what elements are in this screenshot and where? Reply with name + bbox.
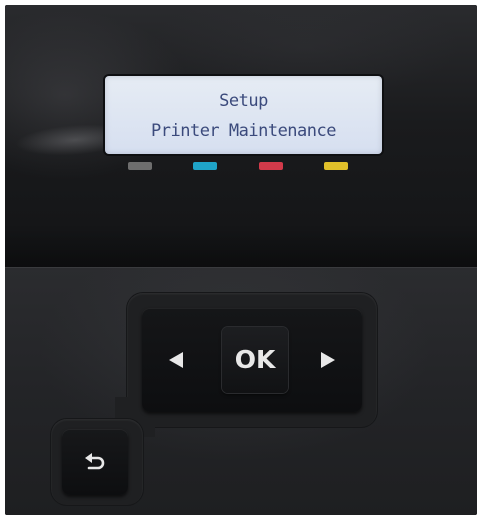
- cyan-ink-indicator: [193, 162, 217, 170]
- magenta-ink-indicator: [259, 162, 283, 170]
- lcd-screen: Setup Printer Maintenance: [105, 76, 382, 154]
- black-ink-indicator: [128, 162, 152, 170]
- ok-button[interactable]: OK: [222, 327, 288, 393]
- display-panel: Setup Printer Maintenance: [5, 5, 477, 267]
- left-arrow-icon: [169, 352, 183, 368]
- right-arrow-button[interactable]: [292, 308, 362, 412]
- left-arrow-button[interactable]: [142, 308, 212, 412]
- back-button[interactable]: [62, 429, 128, 495]
- printer-control-panel: Setup Printer Maintenance OK: [5, 5, 477, 515]
- right-arrow-icon: [321, 352, 335, 368]
- menu-selection: Printer Maintenance: [151, 121, 336, 141]
- menu-title: Setup: [219, 91, 268, 111]
- yellow-ink-indicator: [324, 162, 348, 170]
- navigation-pad: OK: [142, 308, 362, 412]
- back-arrow-icon: [85, 453, 105, 470]
